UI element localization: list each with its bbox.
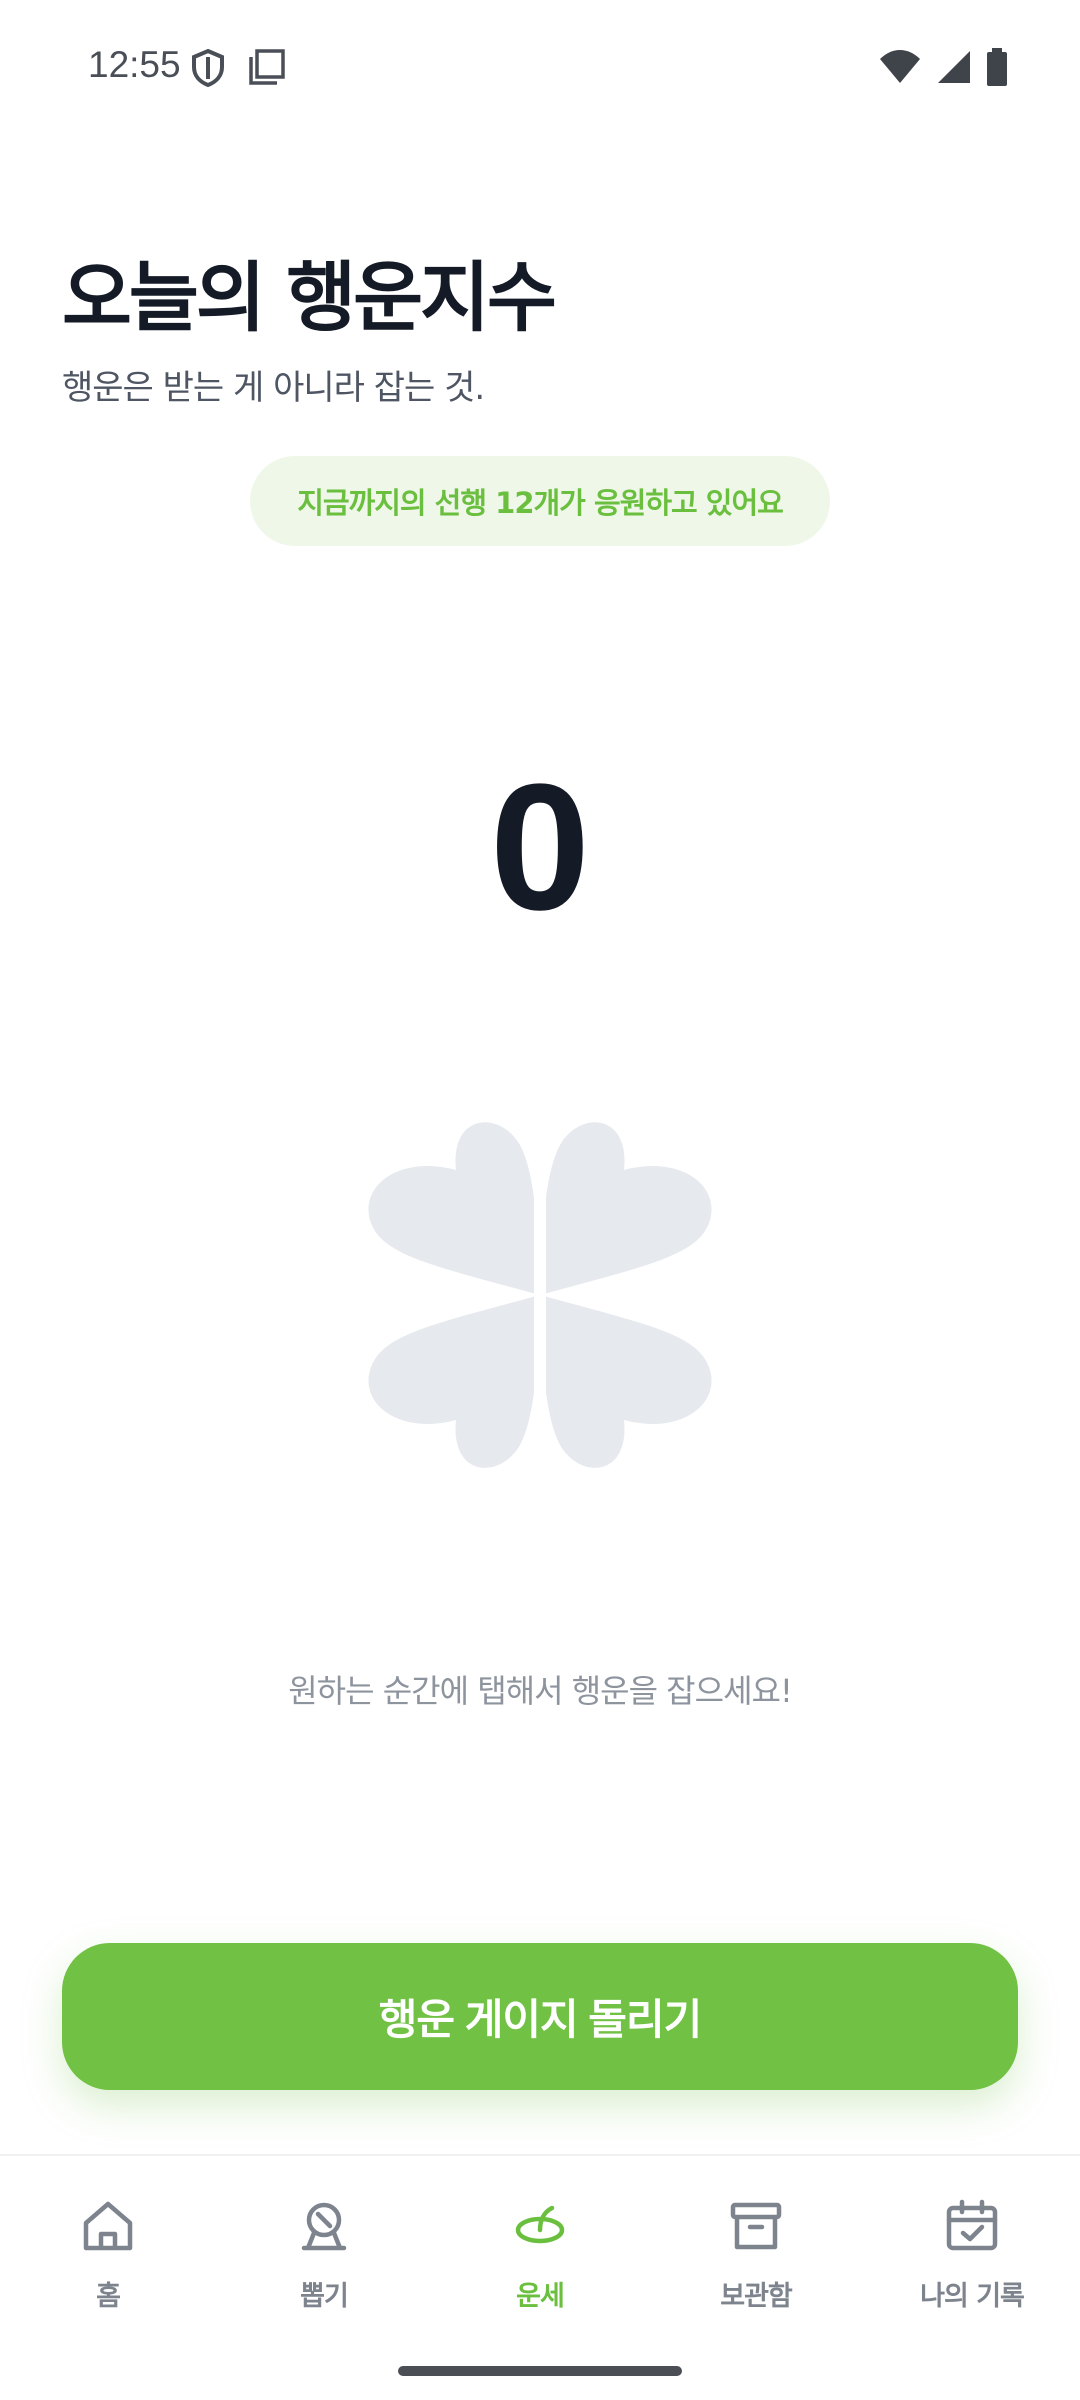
nav-label-archive: 보관함 (720, 2281, 793, 2312)
screenshot-icon (248, 48, 286, 90)
nav-label-gacha: 뽑기 (300, 2281, 349, 2312)
spin-luck-gauge-button[interactable]: 행운 게이지 돌리기 (62, 1943, 1018, 2090)
gacha-icon (294, 2196, 354, 2260)
good-deeds-badge: 지금까지의 선행 12개가 응원하고 있어요 (250, 456, 830, 546)
nav-label-home: 홈 (96, 2281, 121, 2312)
page-subtitle: 행운은 받는 게 아니라 잡는 것. (62, 368, 485, 408)
nav-label-my-records: 나의 기록 (920, 2281, 1025, 2312)
page-title: 오늘의 행운지수 (62, 253, 557, 342)
shield-icon (190, 48, 226, 92)
clover-icon[interactable] (360, 1115, 720, 1475)
screen: 12:55 오늘의 행운지수 행운은 받는 게 아니라 잡는 것. 지금까지의 … (0, 0, 1080, 2400)
nav-label-fortune: 운세 (516, 2281, 565, 2312)
archive-icon (726, 2196, 786, 2260)
status-indicators (878, 48, 1008, 90)
nav-item-archive[interactable]: 보관함 (648, 2196, 864, 2336)
calendar-check-icon (942, 2196, 1002, 2260)
signal-icon (936, 49, 972, 89)
wifi-icon (878, 49, 922, 89)
nav-item-gacha[interactable]: 뽑기 (216, 2196, 432, 2336)
status-bar: 12:55 (0, 0, 1080, 136)
home-indicator[interactable] (398, 2366, 682, 2376)
luck-score: 0 (489, 747, 591, 948)
nav-item-my-records[interactable]: 나의 기록 (864, 2196, 1080, 2336)
status-time: 12:55 (88, 44, 181, 85)
tap-hint: 원하는 순간에 탭해서 행운을 잡으세요! (288, 1672, 793, 1710)
home-icon (78, 2196, 138, 2260)
fortune-icon (510, 2196, 570, 2260)
bottom-nav: 홈 뽑기 운세 보관함 나의 기록 (0, 2154, 1080, 2400)
battery-icon (986, 48, 1008, 90)
nav-item-fortune[interactable]: 운세 (432, 2196, 648, 2336)
nav-item-home[interactable]: 홈 (0, 2196, 216, 2336)
